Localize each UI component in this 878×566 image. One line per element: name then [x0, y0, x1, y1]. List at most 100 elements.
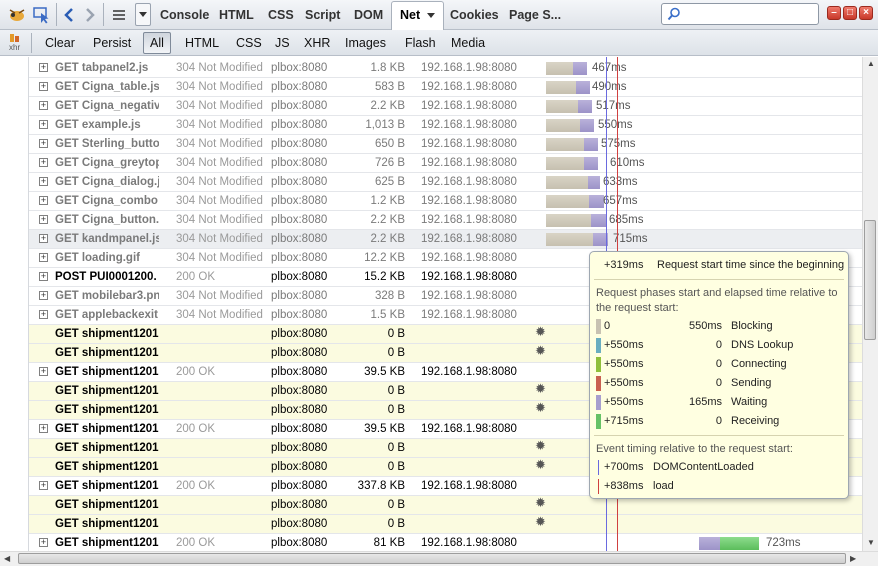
expand-toggle-icon[interactable]: + — [39, 139, 48, 148]
detach-button[interactable]: □ — [843, 6, 857, 20]
request-row[interactable]: + GET Cigna_combo 304 Not Modified plbox:80… — [29, 192, 862, 211]
back-arrow-icon[interactable] — [60, 3, 78, 26]
request-row[interactable]: + GET Cigna_greytop 304 Not Modified plbox:… — [29, 154, 862, 173]
request-url[interactable]: GET Cigna_dialog.j — [55, 173, 159, 191]
minimize-button[interactable]: – — [827, 6, 841, 20]
request-row[interactable]: GET shipment1201 plbox:8080 0 B ✹ — [29, 515, 862, 534]
filter-css[interactable]: CSS — [236, 34, 262, 53]
request-url[interactable]: GET Sterling_butto — [55, 135, 159, 153]
expand-toggle-icon[interactable]: + — [39, 234, 48, 243]
search-icon — [667, 7, 680, 21]
request-url[interactable]: GET shipment1201 — [55, 477, 159, 495]
request-url[interactable]: GET tabpanel2.js — [55, 59, 159, 77]
request-row[interactable]: + GET example.js 304 Not Modified plbox:808… — [29, 116, 862, 135]
firebug-icon[interactable] — [6, 3, 28, 26]
request-row[interactable]: + GET Cigna_negativ 304 Not Modified plbox:… — [29, 97, 862, 116]
request-row[interactable]: + GET Cigna_dialog.j 304 Not Modified plbox… — [29, 173, 862, 192]
phase-start: +550ms — [604, 396, 644, 408]
request-url[interactable]: GET shipment1201 — [55, 439, 159, 457]
inspect-icon[interactable] — [31, 3, 53, 26]
search-input[interactable] — [661, 3, 819, 25]
request-url[interactable]: GET shipment1201 — [55, 344, 159, 362]
expand-toggle-icon[interactable]: + — [39, 272, 48, 281]
filter-media[interactable]: Media — [451, 34, 485, 53]
chevron-down-icon[interactable] — [135, 3, 151, 26]
filter-html[interactable]: HTML — [185, 34, 219, 53]
tab-console[interactable]: Console — [160, 5, 209, 26]
request-url[interactable]: GET shipment1201 — [55, 515, 159, 533]
scroll-up-icon[interactable]: ▲ — [867, 59, 875, 68]
request-row[interactable]: + GET kandmpanel.js 304 Not Modified plbox:… — [29, 230, 862, 249]
request-row[interactable]: + GET Cigna_table.js 304 Not Modified plbox… — [29, 78, 862, 97]
expand-toggle-icon[interactable]: + — [39, 481, 48, 490]
filter-xhr[interactable]: XHR — [304, 34, 330, 53]
chevron-down-icon[interactable] — [426, 13, 435, 19]
request-size: 0 B — [387, 518, 405, 530]
request-url[interactable]: GET shipment1201 — [55, 363, 159, 381]
tab-dom[interactable]: DOM — [354, 5, 383, 26]
tab-html[interactable]: HTML — [219, 5, 254, 26]
expand-toggle-icon[interactable]: + — [39, 120, 48, 129]
request-url[interactable]: GET kandmpanel.js — [55, 230, 159, 248]
persist-button[interactable]: Persist — [93, 34, 131, 53]
request-url[interactable]: GET loading.gif — [55, 249, 159, 267]
request-status: 304 Not Modified — [176, 233, 263, 245]
expand-toggle-icon[interactable]: + — [39, 196, 48, 205]
forward-arrow-icon[interactable] — [81, 3, 99, 26]
scroll-left-icon[interactable]: ◀ — [4, 554, 10, 563]
scroll-right-icon[interactable]: ▶ — [850, 554, 856, 563]
clear-button[interactable]: Clear — [45, 34, 75, 53]
vertical-scroll-thumb[interactable] — [864, 220, 876, 340]
menu-icon[interactable] — [108, 3, 130, 26]
close-button[interactable]: × — [859, 6, 873, 20]
request-url[interactable]: GET shipment1201 — [55, 325, 159, 343]
xhr-breakpoint-button[interactable]: xhr — [5, 32, 27, 54]
request-url[interactable]: GET shipment1201 — [55, 420, 159, 438]
filter-all[interactable]: All — [143, 32, 171, 54]
request-url[interactable]: POST PUI0001200. — [55, 268, 159, 286]
request-time: 633ms — [603, 176, 638, 188]
tab-net[interactable]: Net — [391, 1, 444, 30]
expand-toggle-icon[interactable]: + — [39, 367, 48, 376]
scroll-down-icon[interactable]: ▼ — [867, 538, 875, 547]
horizontal-scroll-thumb[interactable] — [18, 553, 846, 564]
request-row[interactable]: + GET Cigna_button. 304 Not Modified plbox:… — [29, 211, 862, 230]
filter-images[interactable]: Images — [345, 34, 386, 53]
phase-name: Receiving — [731, 415, 780, 427]
request-url[interactable]: GET Cigna_negativ — [55, 97, 159, 115]
request-url[interactable]: GET shipment1201 — [55, 534, 159, 551]
expand-toggle-icon[interactable]: + — [39, 253, 48, 262]
request-url[interactable]: GET Cigna_table.js — [55, 78, 159, 96]
request-url[interactable]: GET shipment1201 — [55, 496, 159, 514]
request-row[interactable]: + GET shipment1201 200 OK plbox:8080 81 KB 19… — [29, 534, 862, 551]
request-url[interactable]: GET applebackexit — [55, 306, 159, 324]
expand-toggle-icon[interactable]: + — [39, 424, 48, 433]
tab-page-speed[interactable]: Page S... — [509, 5, 561, 26]
request-url[interactable]: GET Cigna_combo — [55, 192, 159, 210]
filter-flash[interactable]: Flash — [405, 34, 436, 53]
request-row[interactable]: + GET Sterling_butto 304 Not Modified plbox… — [29, 135, 862, 154]
expand-toggle-icon[interactable]: + — [39, 215, 48, 224]
expand-toggle-icon[interactable]: + — [39, 158, 48, 167]
expand-toggle-icon[interactable]: + — [39, 177, 48, 186]
request-url[interactable]: GET Cigna_greytop — [55, 154, 159, 172]
tab-css[interactable]: CSS — [268, 5, 294, 26]
request-url[interactable]: GET example.js — [55, 116, 159, 134]
tab-cookies[interactable]: Cookies — [450, 5, 499, 26]
request-url[interactable]: GET shipment1201 — [55, 401, 159, 419]
tab-script[interactable]: Script — [305, 5, 340, 26]
request-url[interactable]: GET mobilebar3.pn — [55, 287, 159, 305]
expand-toggle-icon[interactable]: + — [39, 82, 48, 91]
expand-toggle-icon[interactable]: + — [39, 63, 48, 72]
expand-toggle-icon[interactable]: + — [39, 291, 48, 300]
request-size: 12.2 KB — [364, 252, 405, 264]
request-row[interactable]: + GET tabpanel2.js 304 Not Modified plbox:8… — [29, 59, 862, 78]
request-url[interactable]: GET shipment1201 — [55, 458, 159, 476]
expand-toggle-icon[interactable]: + — [39, 538, 48, 547]
filter-js[interactable]: JS — [275, 34, 290, 53]
expand-toggle-icon[interactable]: + — [39, 101, 48, 110]
request-url[interactable]: GET Cigna_button. — [55, 211, 159, 229]
request-url[interactable]: GET shipment1201 — [55, 382, 159, 400]
expand-toggle-icon[interactable]: + — [39, 310, 48, 319]
phase-color-swatch — [596, 357, 601, 372]
